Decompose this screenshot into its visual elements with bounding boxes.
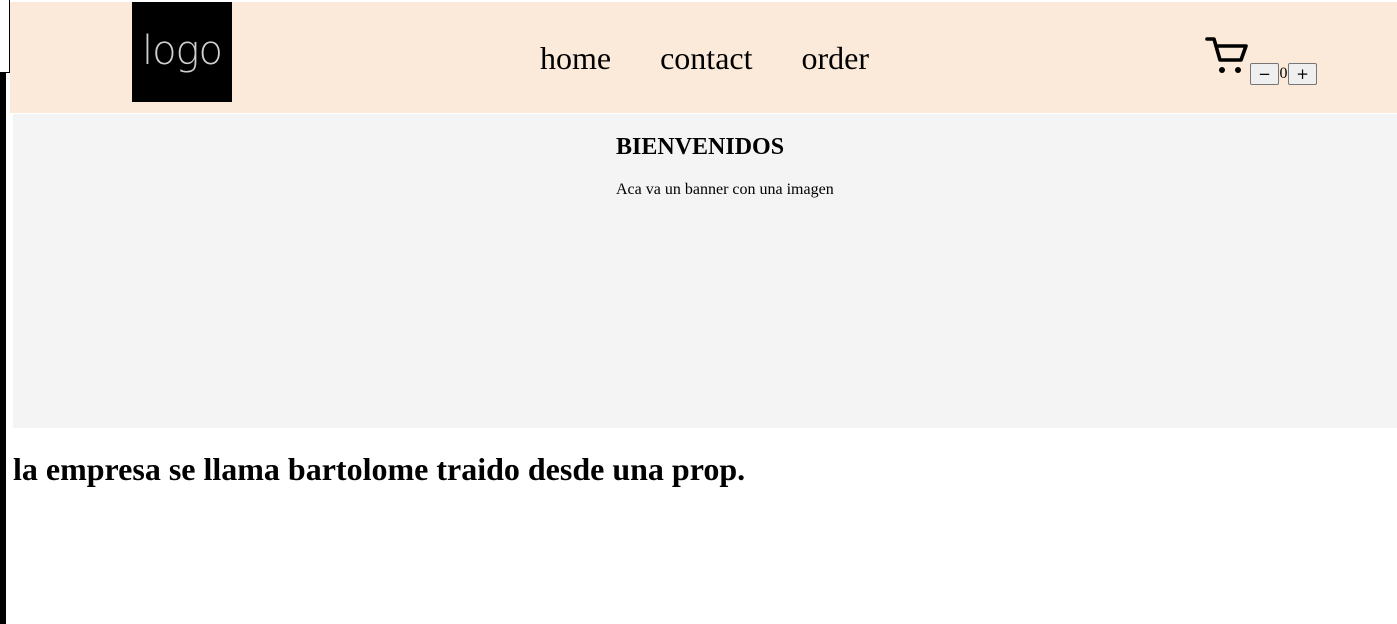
banner-text: Aca va un banner con una imagen: [616, 181, 834, 198]
logo[interactable]: logo: [132, 2, 232, 102]
decrement-button[interactable]: −: [1250, 63, 1279, 85]
cart-count: 0: [1279, 65, 1288, 82]
company-heading: la empresa se llama bartolome traido des…: [13, 451, 746, 487]
main-nav: home contact order: [540, 38, 869, 78]
nav-link-home[interactable]: home: [540, 38, 611, 78]
window-edge-notch: [0, 0, 10, 73]
increment-button[interactable]: +: [1288, 63, 1317, 85]
cart-icon[interactable]: [1205, 34, 1249, 78]
banner-title: BIENVENIDOS: [616, 134, 785, 160]
site-header: logo home contact order − 0 +: [10, 2, 1397, 113]
window-edge: [0, 0, 6, 624]
nav-link-order[interactable]: order: [801, 38, 869, 78]
cart-quantity-stepper: − 0 +: [1250, 63, 1317, 85]
welcome-banner: BIENVENIDOS Aca va un banner con una ima…: [13, 114, 1397, 428]
logo-text: logo: [141, 28, 223, 74]
nav-link-contact[interactable]: contact: [660, 38, 752, 78]
